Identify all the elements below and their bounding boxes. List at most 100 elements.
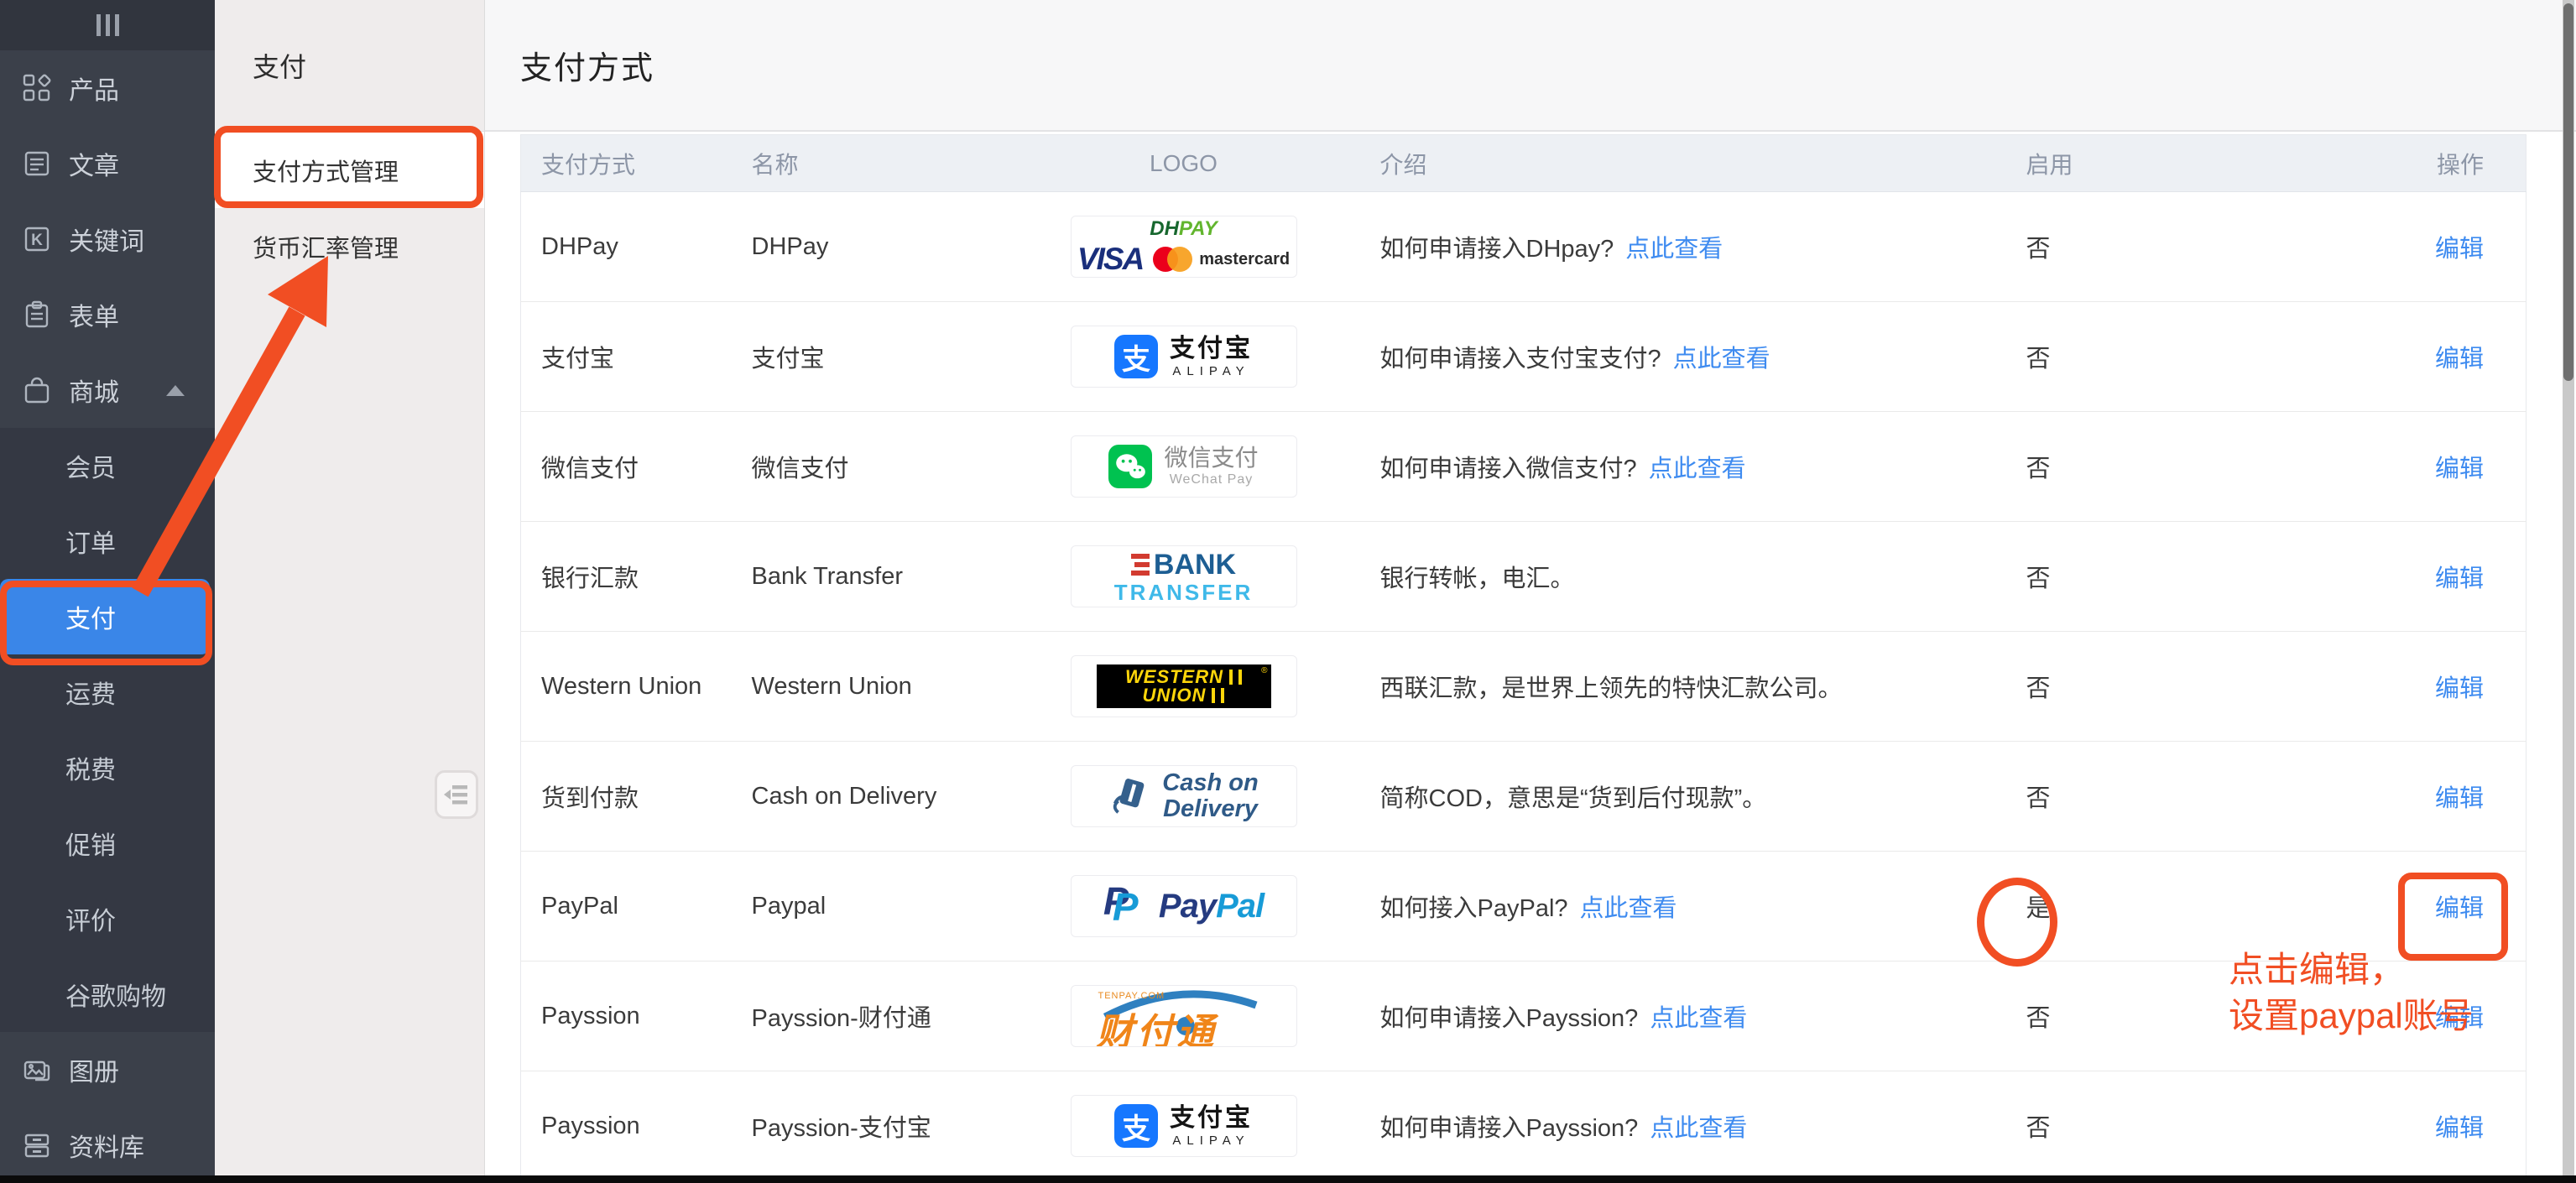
view-details-link[interactable]: 点此查看	[1580, 895, 1677, 922]
sidebar-subitem-promotions[interactable]: 促销	[0, 805, 215, 881]
logo-cell: Cash onDelivery	[1041, 742, 1327, 852]
actions-cell: 编辑	[2367, 522, 2526, 632]
sidebar-item-forms[interactable]: 表单	[0, 277, 215, 352]
sidebar-item-articles[interactable]: 文章	[0, 126, 215, 201]
sidebar-subitem-reviews[interactable]: 评价	[0, 881, 215, 956]
method-cell: DHPay	[521, 192, 731, 302]
main-content: 支付方式 支付方式 名称 LOGO 介绍 启用 操作 D	[485, 0, 2576, 1183]
tenpay-logo: TENPAY.COM 财付通	[1071, 985, 1297, 1047]
actions-cell: 编辑	[2367, 1071, 2526, 1181]
app-window: 产品 文章 K 关键词 表单	[0, 0, 2576, 1183]
sidebar-subitem-google-shopping[interactable]: 谷歌购物	[0, 956, 215, 1032]
menu-item-payment-method-management[interactable]: 支付方式管理	[215, 132, 484, 208]
sidebar-subitem-members[interactable]: 会员	[0, 428, 215, 503]
sidebar-item-library[interactable]: 资料库	[0, 1107, 215, 1183]
sidebar-subitem-payment[interactable]: 支付	[0, 579, 210, 654]
bank-transfer-logo: BANK TRANSFER	[1071, 545, 1297, 607]
actions-cell: 编辑	[2367, 632, 2526, 742]
edit-link[interactable]: 编辑	[2435, 785, 2484, 812]
name-cell: 支付宝	[731, 302, 1041, 412]
sidebar-item-label: 关键词	[69, 221, 144, 258]
edit-link[interactable]: 编辑	[2435, 236, 2484, 263]
intro-cell: 如何申请接入支付宝支付?点此查看	[1327, 302, 2015, 412]
table-row-dhpay: DHPay DHPay DHPAY VISA	[521, 192, 2526, 302]
view-details-link[interactable]: 点此查看	[1673, 346, 1770, 373]
cash-on-delivery-logo: Cash onDelivery	[1071, 765, 1297, 827]
method-cell: 支付宝	[521, 302, 731, 412]
intro-cell: 如何申请接入DHpay?点此查看	[1327, 192, 2015, 302]
enabled-cell: 否	[2015, 1071, 2367, 1181]
actions-cell: 编辑	[2367, 852, 2526, 962]
edit-link[interactable]: 编辑	[2435, 675, 2484, 702]
logo-cell: TENPAY.COM 财付通	[1041, 962, 1327, 1071]
table-row-wechat: 微信支付 微信支付	[521, 412, 2526, 522]
name-cell: Cash on Delivery	[731, 742, 1041, 852]
intro-cell: 如何申请接入微信支付?点此查看	[1327, 412, 2015, 522]
sidebar-item-label: 资料库	[69, 1127, 144, 1164]
view-details-link[interactable]: 点此查看	[1650, 1115, 1747, 1142]
col-header-name: 名称	[731, 135, 1041, 192]
collapse-panel-button[interactable]	[435, 770, 478, 819]
sidebar-subitem-orders[interactable]: 订单	[0, 503, 215, 579]
edit-link[interactable]: 编辑	[2435, 346, 2484, 373]
name-cell: 微信支付	[731, 412, 1041, 522]
menu-item-currency-rate-management[interactable]: 货币汇率管理	[215, 208, 484, 284]
alipay-mark-icon: 支	[1114, 1104, 1158, 1148]
secondary-sidebar: 支付 支付方式管理 货币汇率管理	[215, 0, 485, 1183]
sidebar-item-label: 图册	[69, 1051, 119, 1088]
paypal-mark-icon: PP	[1103, 882, 1145, 930]
sidebar-item-products[interactable]: 产品	[0, 50, 215, 126]
sidebar-subitem-tax[interactable]: 税费	[0, 730, 215, 805]
svg-text:K: K	[31, 232, 43, 249]
edit-link[interactable]: 编辑	[2435, 895, 2484, 922]
name-cell: Bank Transfer	[731, 522, 1041, 632]
cod-hand-icon	[1108, 774, 1152, 818]
payment-methods-table-container: 支付方式 名称 LOGO 介绍 启用 操作 DHPay DHPay	[520, 134, 2526, 1181]
enabled-cell: 否	[2015, 742, 2367, 852]
actions-cell: 编辑	[2367, 412, 2526, 522]
payment-methods-table: 支付方式 名称 LOGO 介绍 启用 操作 DHPay DHPay	[520, 134, 2526, 1181]
table-row-alipay: 支付宝 支付宝 支 支付宝ALIPAY 如何申请接入支付宝支付?点此查看 否	[521, 302, 2526, 412]
library-icon	[22, 1130, 52, 1160]
products-icon	[22, 73, 52, 103]
intro-cell: 如何申请接入Payssion?点此查看	[1327, 1071, 2015, 1181]
paypal-logo: PP PayPal	[1071, 875, 1297, 937]
primary-sidebar: 产品 文章 K 关键词 表单	[0, 0, 215, 1183]
bottom-black-bar	[0, 1175, 2576, 1183]
chevron-up-icon	[166, 385, 185, 396]
actions-cell: 编辑	[2367, 192, 2526, 302]
view-details-link[interactable]: 点此查看	[1649, 456, 1746, 482]
edit-link[interactable]: 编辑	[2435, 565, 2484, 592]
sidebar-item-keywords[interactable]: K 关键词	[0, 201, 215, 277]
sidebar-item-mall[interactable]: 商城	[0, 352, 215, 428]
sidebar-item-gallery[interactable]: 图册	[0, 1032, 215, 1107]
table-row-cod: 货到付款 Cash on Delivery	[521, 742, 2526, 852]
col-header-intro: 介绍	[1327, 135, 2015, 192]
alipay-logo: 支 支付宝ALIPAY	[1071, 1095, 1297, 1157]
actions-cell: 编辑	[2367, 302, 2526, 412]
edit-link[interactable]: 编辑	[2435, 1005, 2484, 1032]
intro-cell: 西联汇款，是世界上领先的特快汇款公司。	[1327, 632, 2015, 742]
method-cell: 银行汇款	[521, 522, 731, 632]
visa-logo: VISA	[1077, 243, 1143, 274]
method-cell: Payssion	[521, 1071, 731, 1181]
view-details-link[interactable]: 点此查看	[1650, 1005, 1747, 1032]
logo-cell: 微信支付WeChat Pay	[1041, 412, 1327, 522]
sidebar-subitem-shipping[interactable]: 运费	[0, 654, 215, 730]
scrollbar-thumb[interactable]	[2563, 3, 2573, 381]
sidebar-item-label: 产品	[69, 70, 119, 107]
enabled-cell: 是	[2015, 852, 2367, 962]
sidebar-collapse-toggle[interactable]	[0, 0, 215, 50]
table-row-payssion-alipay: Payssion Payssion-支付宝 支 支付宝ALIPAY 如何申请接入…	[521, 1071, 2526, 1181]
edit-link[interactable]: 编辑	[2435, 456, 2484, 482]
logo-cell: BANK TRANSFER	[1041, 522, 1327, 632]
view-details-link[interactable]: 点此查看	[1625, 236, 1723, 263]
enabled-cell: 否	[2015, 192, 2367, 302]
wechat-mark-icon	[1108, 445, 1152, 488]
vertical-scrollbar[interactable]	[2563, 0, 2574, 1183]
enabled-cell: 否	[2015, 632, 2367, 742]
page-header: 支付方式	[485, 0, 2576, 132]
enabled-cell: 否	[2015, 412, 2367, 522]
forms-icon	[22, 300, 52, 330]
edit-link[interactable]: 编辑	[2435, 1115, 2484, 1142]
